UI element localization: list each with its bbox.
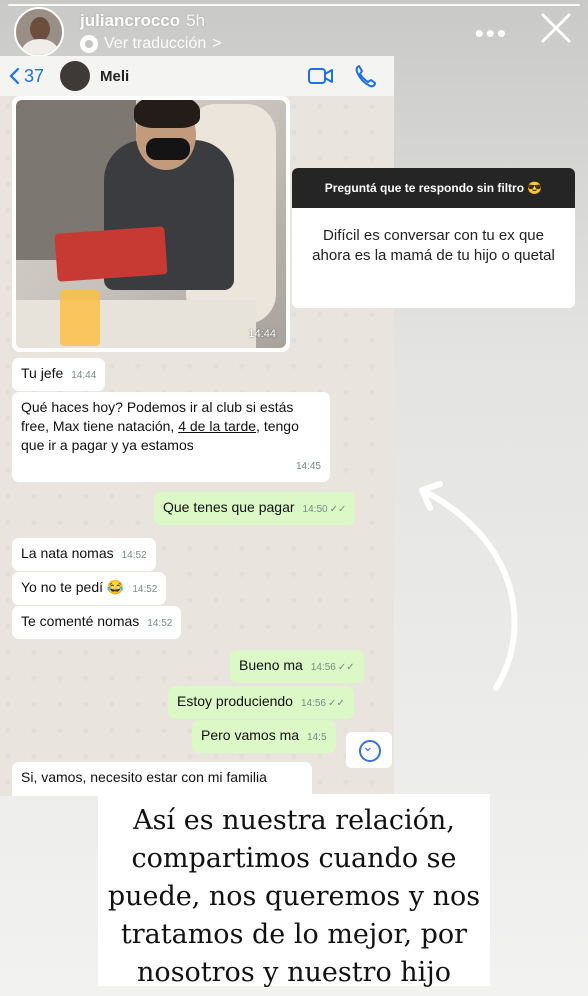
username[interactable]: juliancrocco xyxy=(80,11,180,30)
username-line: juliancrocco 5h xyxy=(80,11,222,31)
message-out[interactable]: Estoy produciendo 14:56 ✓✓ xyxy=(168,686,354,719)
message-out[interactable]: Bueno ma 14:56 ✓✓ xyxy=(230,650,364,683)
photo-message[interactable]: 14:44 xyxy=(12,96,290,352)
video-call-icon[interactable] xyxy=(308,66,334,86)
chevron-right-icon: > xyxy=(212,35,222,52)
message-out[interactable]: Pero vamos ma 14:5 xyxy=(192,720,336,753)
phone-call-icon[interactable] xyxy=(354,64,376,88)
translate-link[interactable]: Ver traducción > xyxy=(80,35,222,53)
chat-header: 37 Meli xyxy=(0,56,394,96)
message-out[interactable]: Que tenes que pagar 14:50 ✓✓ xyxy=(154,492,356,525)
chat-avatar[interactable] xyxy=(60,61,91,91)
caption-line: tratamos de lo mejor, por xyxy=(120,919,468,950)
message-time: 14:52 xyxy=(147,618,173,629)
avatar[interactable] xyxy=(14,7,64,57)
message-link[interactable]: 4 de la tarde xyxy=(178,418,256,434)
message-time: 14:52 xyxy=(121,550,147,561)
read-ticks-icon: ✓✓ xyxy=(329,504,347,515)
message-text: Tu jefe xyxy=(21,365,64,381)
user-block: juliancrocco 5h Ver traducción > xyxy=(80,11,222,53)
caption-line: compartimos cuando se xyxy=(131,843,457,874)
story-time: 5h xyxy=(186,11,206,30)
message-text: Bueno ma xyxy=(239,657,303,673)
question-sticker[interactable]: Preguntá que te respondo sin filtro 😎 Di… xyxy=(292,168,575,308)
question-title: Preguntá que te respondo sin filtro 😎 xyxy=(292,168,575,208)
message-in[interactable]: Si, vamos, necesito estar con mi familia xyxy=(12,762,312,796)
photo-time: 14:44 xyxy=(248,328,276,340)
photo-table xyxy=(16,300,256,348)
message-time: 14:45 xyxy=(295,461,321,472)
back-chevron-icon xyxy=(9,67,20,85)
message-time: 14:44 xyxy=(71,370,97,381)
caption-line: nosotros y nuestro hijo xyxy=(137,957,451,988)
message-in[interactable]: Te comenté nomas 14:52 xyxy=(12,606,182,639)
translate-label: Ver traducción xyxy=(104,35,207,52)
story-header: juliancrocco 5h Ver traducción > ••• xyxy=(14,7,574,57)
photo-tablet xyxy=(54,226,168,282)
photo-mask xyxy=(146,138,190,160)
scroll-down-chevron-icon: ⌄ xyxy=(362,738,374,754)
message-text: Yo no te pedí 😂 xyxy=(21,579,125,595)
scroll-down-icon[interactable]: ⌄ xyxy=(346,732,392,768)
question-answer: Difícil es conversar con tu ex que ahora… xyxy=(312,227,555,264)
story-progress-bar xyxy=(8,4,580,6)
more-icon[interactable]: ••• xyxy=(475,18,508,49)
chat-contact-name[interactable]: Meli xyxy=(100,68,129,85)
read-ticks-icon: ✓✓ xyxy=(328,698,345,709)
unread-count: 37 xyxy=(24,65,45,86)
photo-glass xyxy=(60,290,100,346)
photo-image[interactable]: 14:44 xyxy=(16,100,286,348)
translate-icon xyxy=(80,35,98,53)
message-in[interactable]: Yo no te pedí 😂 14:52 xyxy=(12,572,167,605)
message-time: 14:56 xyxy=(310,662,336,673)
message-time: 14:56 xyxy=(300,698,326,709)
message-time: 14:50 xyxy=(302,504,328,515)
message-text: La nata nomas xyxy=(21,545,114,561)
back-button[interactable]: 37 xyxy=(8,66,44,87)
message-time: 14:5 xyxy=(307,732,327,743)
caption-line: puede, nos queremos y nos xyxy=(107,881,481,912)
story-caption: Así es nuestra relación, compartimos cua… xyxy=(98,794,490,988)
message-in[interactable]: Qué haces hoy? Podemos ir al club si est… xyxy=(12,392,330,482)
whatsapp-screenshot: 37 Meli 14:44 Tu jefe 14:44 xyxy=(0,56,394,796)
message-text: Que tenes que pagar xyxy=(163,499,295,515)
photo-hair xyxy=(134,100,200,128)
message-in[interactable]: La nata nomas 14:52 xyxy=(12,538,156,571)
message-text: Estoy produciendo xyxy=(177,693,293,709)
caption-line: Así es nuestra relación, xyxy=(133,805,455,836)
curved-arrow-icon xyxy=(419,481,518,691)
close-icon[interactable] xyxy=(538,10,574,46)
message-text: Te comenté nomas xyxy=(21,613,140,629)
message-text: Pero vamos ma xyxy=(201,727,300,743)
message-time: 14:52 xyxy=(132,584,158,595)
read-ticks-icon: ✓✓ xyxy=(337,662,355,673)
message-text: Si, vamos, necesito estar con mi familia xyxy=(21,769,267,785)
message-in[interactable]: Tu jefe 14:44 xyxy=(12,358,106,391)
